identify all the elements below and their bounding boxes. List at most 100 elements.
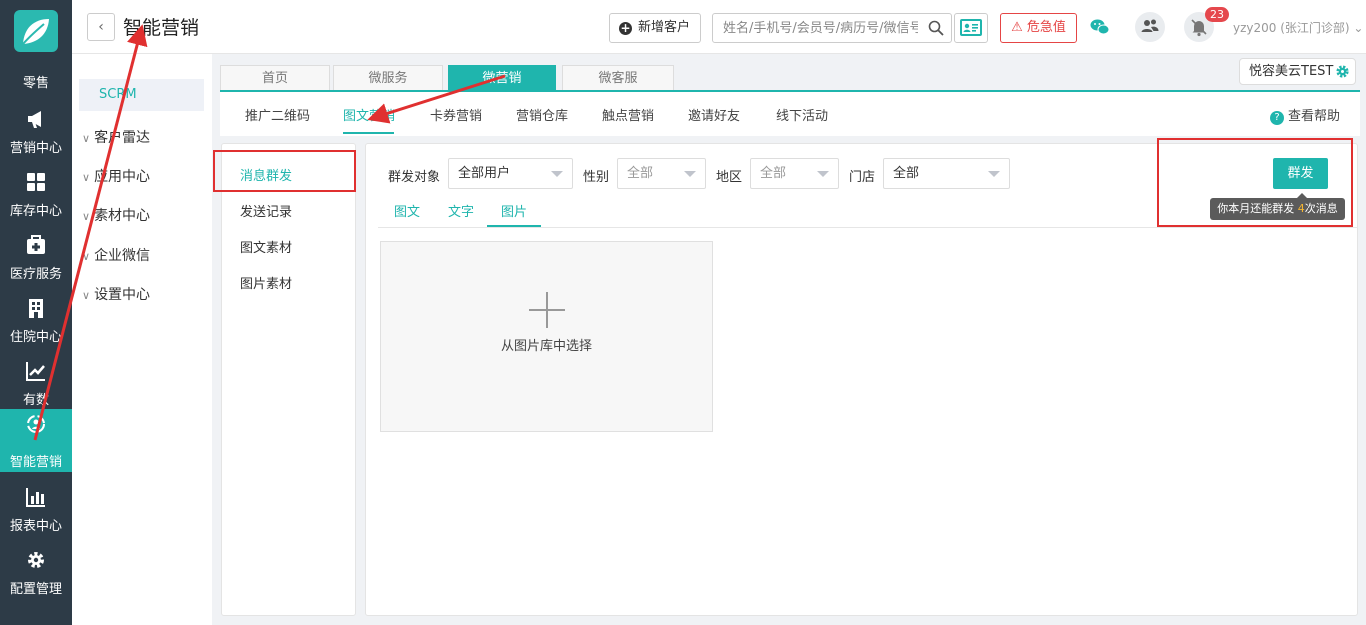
question-icon: ?	[1269, 111, 1284, 125]
nav-item-config[interactable]: 配置管理	[0, 545, 72, 608]
notification-badge: 23	[1205, 7, 1229, 22]
subnav-image-text-marketing[interactable]: 图文营销	[343, 105, 395, 124]
tab-home[interactable]: 首页	[220, 65, 330, 91]
nav-item-smart-marketing[interactable]: 智能营销	[0, 409, 72, 472]
nav-item-reports[interactable]: 报表中心	[0, 482, 72, 545]
help-label: 查看帮助	[1287, 109, 1340, 124]
leaf-logo-icon	[22, 19, 49, 45]
sidebar-item-label: 素材中心	[94, 208, 151, 224]
user-menu[interactable]: yzy200 (张江门诊部) ⌄	[1233, 19, 1363, 36]
subnav-coupon-marketing[interactable]: 卡券营销	[430, 105, 482, 124]
chevron-icon: ∨	[82, 210, 91, 223]
smart-marketing-icon	[27, 415, 45, 433]
sidebar-item-app-center[interactable]: ∨ 应用中心	[82, 166, 150, 186]
subnav-qrcode[interactable]: 推广二维码	[245, 105, 310, 124]
target-value: 全部用户	[458, 166, 511, 181]
back-button[interactable]: ‹	[87, 13, 115, 41]
nav-item-medical[interactable]: 医疗服务	[0, 230, 72, 293]
store-name: 悦容美云TEST	[1249, 64, 1334, 79]
left-navigation: 零售 营销中心 库存中心 医疗服务 住院中心 有数 智能营销 报表中心 配置管理	[0, 0, 72, 625]
nav-label: 智能营销	[9, 455, 62, 470]
subnav-invite-friends[interactable]: 邀请好友	[688, 105, 740, 124]
tooltip-prefix: 你本月还能群发	[1217, 202, 1298, 215]
tab-micro-customer-service[interactable]: 微客服	[562, 65, 674, 91]
id-card-button[interactable]	[954, 13, 988, 43]
sidebar-item-settings-center[interactable]: ∨ 设置中心	[82, 284, 150, 304]
subnav-offline-activity[interactable]: 线下活动	[776, 105, 828, 124]
quota-tooltip: 你本月还能群发 4次消息	[1210, 193, 1345, 220]
dropdown-arrow-icon	[988, 171, 1000, 177]
search-icon[interactable]	[928, 20, 944, 36]
store-select[interactable]: 全部	[883, 158, 1010, 189]
chevron-icon: ∨	[82, 250, 91, 263]
nav-label: 报表中心	[9, 519, 62, 534]
menu-item-send-records[interactable]: 发送记录	[240, 201, 292, 220]
content-tab-image[interactable]: 图片	[501, 201, 527, 220]
active-tab-indicator	[343, 132, 394, 134]
team-button[interactable]	[1135, 12, 1165, 42]
sidebar-item-scrm[interactable]: SCRM	[79, 79, 204, 111]
search-box	[712, 13, 952, 43]
danger-value-label: 危急值	[1026, 20, 1066, 35]
nav-label: 住院中心	[9, 330, 62, 345]
line-chart-icon	[26, 362, 45, 381]
sidebar-item-label: 应用中心	[94, 169, 151, 185]
app-logo[interactable]	[14, 10, 58, 52]
id-card-icon	[960, 19, 982, 36]
sidebar-item-customer-radar[interactable]: ∨ 客户雷达	[82, 127, 150, 147]
dropdown-arrow-icon	[551, 171, 563, 177]
chevron-down-icon: ⌄	[1353, 21, 1364, 35]
search-input[interactable]	[713, 14, 918, 42]
tab-micro-service[interactable]: 微服务	[333, 65, 443, 91]
bar-chart-icon	[26, 488, 45, 507]
sidebar-item-enterprise-wechat[interactable]: ∨ 企业微信	[82, 245, 150, 265]
content-tab-article[interactable]: 图文	[394, 201, 420, 220]
region-label: 地区	[716, 170, 743, 185]
gender-select[interactable]: 全部	[617, 158, 706, 189]
menu-item-image-materials[interactable]: 图片素材	[240, 273, 292, 292]
divider	[378, 227, 1358, 228]
chevron-icon: ∨	[82, 171, 91, 184]
menu-item-article-materials[interactable]: 图文素材	[240, 237, 292, 256]
menu-item-mass-message[interactable]: 消息群发	[240, 165, 292, 184]
subnav-touchpoint-marketing[interactable]: 触点营销	[602, 105, 654, 124]
sidebar-item-label: 客户雷达	[94, 130, 151, 146]
module-title: 智能营销	[123, 17, 200, 39]
tooltip-suffix: 次消息	[1304, 202, 1338, 215]
dropdown-arrow-icon	[684, 171, 696, 177]
target-select[interactable]: 全部用户	[448, 158, 573, 189]
remaining-count: 4	[1297, 202, 1305, 215]
nav-item-marketing[interactable]: 营销中心	[0, 104, 72, 167]
settings-gear-icon	[1336, 65, 1349, 78]
megaphone-icon	[28, 111, 41, 128]
gear-icon	[28, 552, 44, 568]
sub-navigation: 推广二维码 图文营销 卡券营销 营销仓库 触点营销 邀请好友 线下活动 ? 查看帮…	[220, 90, 1360, 136]
nav-label: 营销中心	[9, 141, 62, 156]
new-customer-button[interactable]: + 新增客户	[609, 13, 701, 43]
nav-label: 零售	[22, 76, 49, 91]
image-picker[interactable]: 从图片库中选择	[380, 241, 713, 432]
content-tab-text[interactable]: 文字	[448, 201, 474, 220]
tab-micro-marketing[interactable]: 微营销	[448, 65, 556, 91]
nav-label: 医疗服务	[9, 267, 62, 282]
mass-send-button[interactable]: 群发	[1273, 158, 1328, 189]
store-value: 全部	[893, 166, 920, 181]
medical-kit-icon	[27, 235, 45, 254]
nav-label: 库存中心	[9, 204, 62, 219]
sidebar-item-material-center[interactable]: ∨ 素材中心	[82, 205, 150, 225]
subnav-marketing-warehouse[interactable]: 营销仓库	[516, 105, 568, 124]
hospital-icon	[29, 299, 43, 318]
dropdown-arrow-icon	[817, 171, 829, 177]
nav-item-inpatient[interactable]: 住院中心	[0, 293, 72, 356]
nav-item-inventory[interactable]: 库存中心	[0, 167, 72, 230]
wechat-button[interactable]	[1085, 12, 1115, 42]
danger-value-button[interactable]: ⚠ 危急值	[1000, 13, 1077, 43]
store-selector[interactable]: 悦容美云TEST	[1239, 58, 1356, 85]
region-select[interactable]: 全部	[750, 158, 839, 189]
gender-value: 全部	[627, 166, 654, 181]
help-link[interactable]: ? 查看帮助	[1269, 105, 1340, 125]
image-picker-label: 从图片库中选择	[500, 339, 592, 354]
wechat-icon	[1090, 19, 1110, 35]
module-tabs: 首页 微服务 微营销 微客服	[220, 62, 1360, 91]
mass-message-panel: 群发对象 全部用户 性别 全部 地区 全部 门店 全部 图文 文字 图片 从图片…	[365, 143, 1358, 616]
